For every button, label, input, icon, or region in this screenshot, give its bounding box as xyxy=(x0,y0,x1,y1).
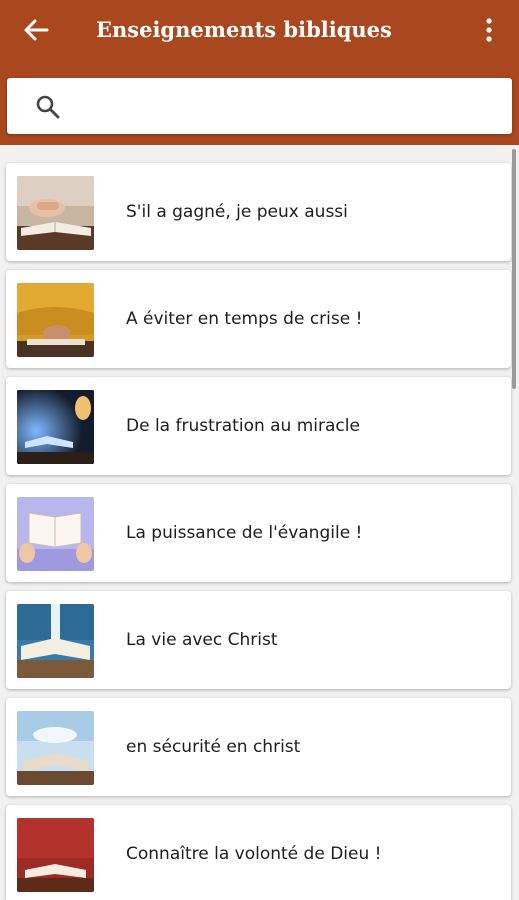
teaching-title: en sécurité en christ xyxy=(126,737,301,757)
list-scrollbar[interactable] xyxy=(512,149,516,389)
teaching-thumbnail xyxy=(17,497,94,571)
page-title: Enseignements bibliques xyxy=(96,17,392,42)
list-item[interactable]: La puissance de l'évangile ! xyxy=(6,484,511,582)
list-item[interactable]: S'il a gagné, je peux aussi xyxy=(6,163,511,261)
teaching-title: De la frustration au miracle xyxy=(126,416,360,436)
search-bar[interactable] xyxy=(7,78,512,134)
list-item[interactable]: Connaître la volonté de Dieu ! xyxy=(6,805,511,900)
teachings-list[interactable]: S'il a gagné, je peux aussi A éviter en … xyxy=(0,145,519,900)
teaching-thumbnail xyxy=(17,176,94,250)
teaching-title: A éviter en temps de crise ! xyxy=(126,309,363,329)
app-bar: Enseignements bibliques xyxy=(0,0,519,145)
list-item[interactable]: De la frustration au miracle xyxy=(6,377,511,475)
more-options-button[interactable] xyxy=(472,12,506,48)
list-item[interactable]: La vie avec Christ xyxy=(6,591,511,689)
list-item[interactable]: en sécurité en christ xyxy=(6,698,511,796)
teaching-title: Connaître la volonté de Dieu ! xyxy=(126,844,382,864)
teaching-title: La puissance de l'évangile ! xyxy=(126,523,363,543)
teaching-thumbnail xyxy=(17,283,94,357)
more-vertical-icon xyxy=(486,18,492,42)
search-icon xyxy=(33,92,63,122)
teaching-thumbnail xyxy=(17,711,94,785)
list-item[interactable]: A éviter en temps de crise ! xyxy=(6,270,511,368)
teaching-thumbnail xyxy=(17,818,94,892)
back-button[interactable] xyxy=(18,12,54,48)
teaching-title: La vie avec Christ xyxy=(126,630,278,650)
teaching-thumbnail xyxy=(17,390,94,464)
teaching-thumbnail xyxy=(17,604,94,678)
teaching-title: S'il a gagné, je peux aussi xyxy=(126,202,348,222)
arrow-left-icon xyxy=(24,19,49,41)
search-input[interactable] xyxy=(79,88,503,126)
